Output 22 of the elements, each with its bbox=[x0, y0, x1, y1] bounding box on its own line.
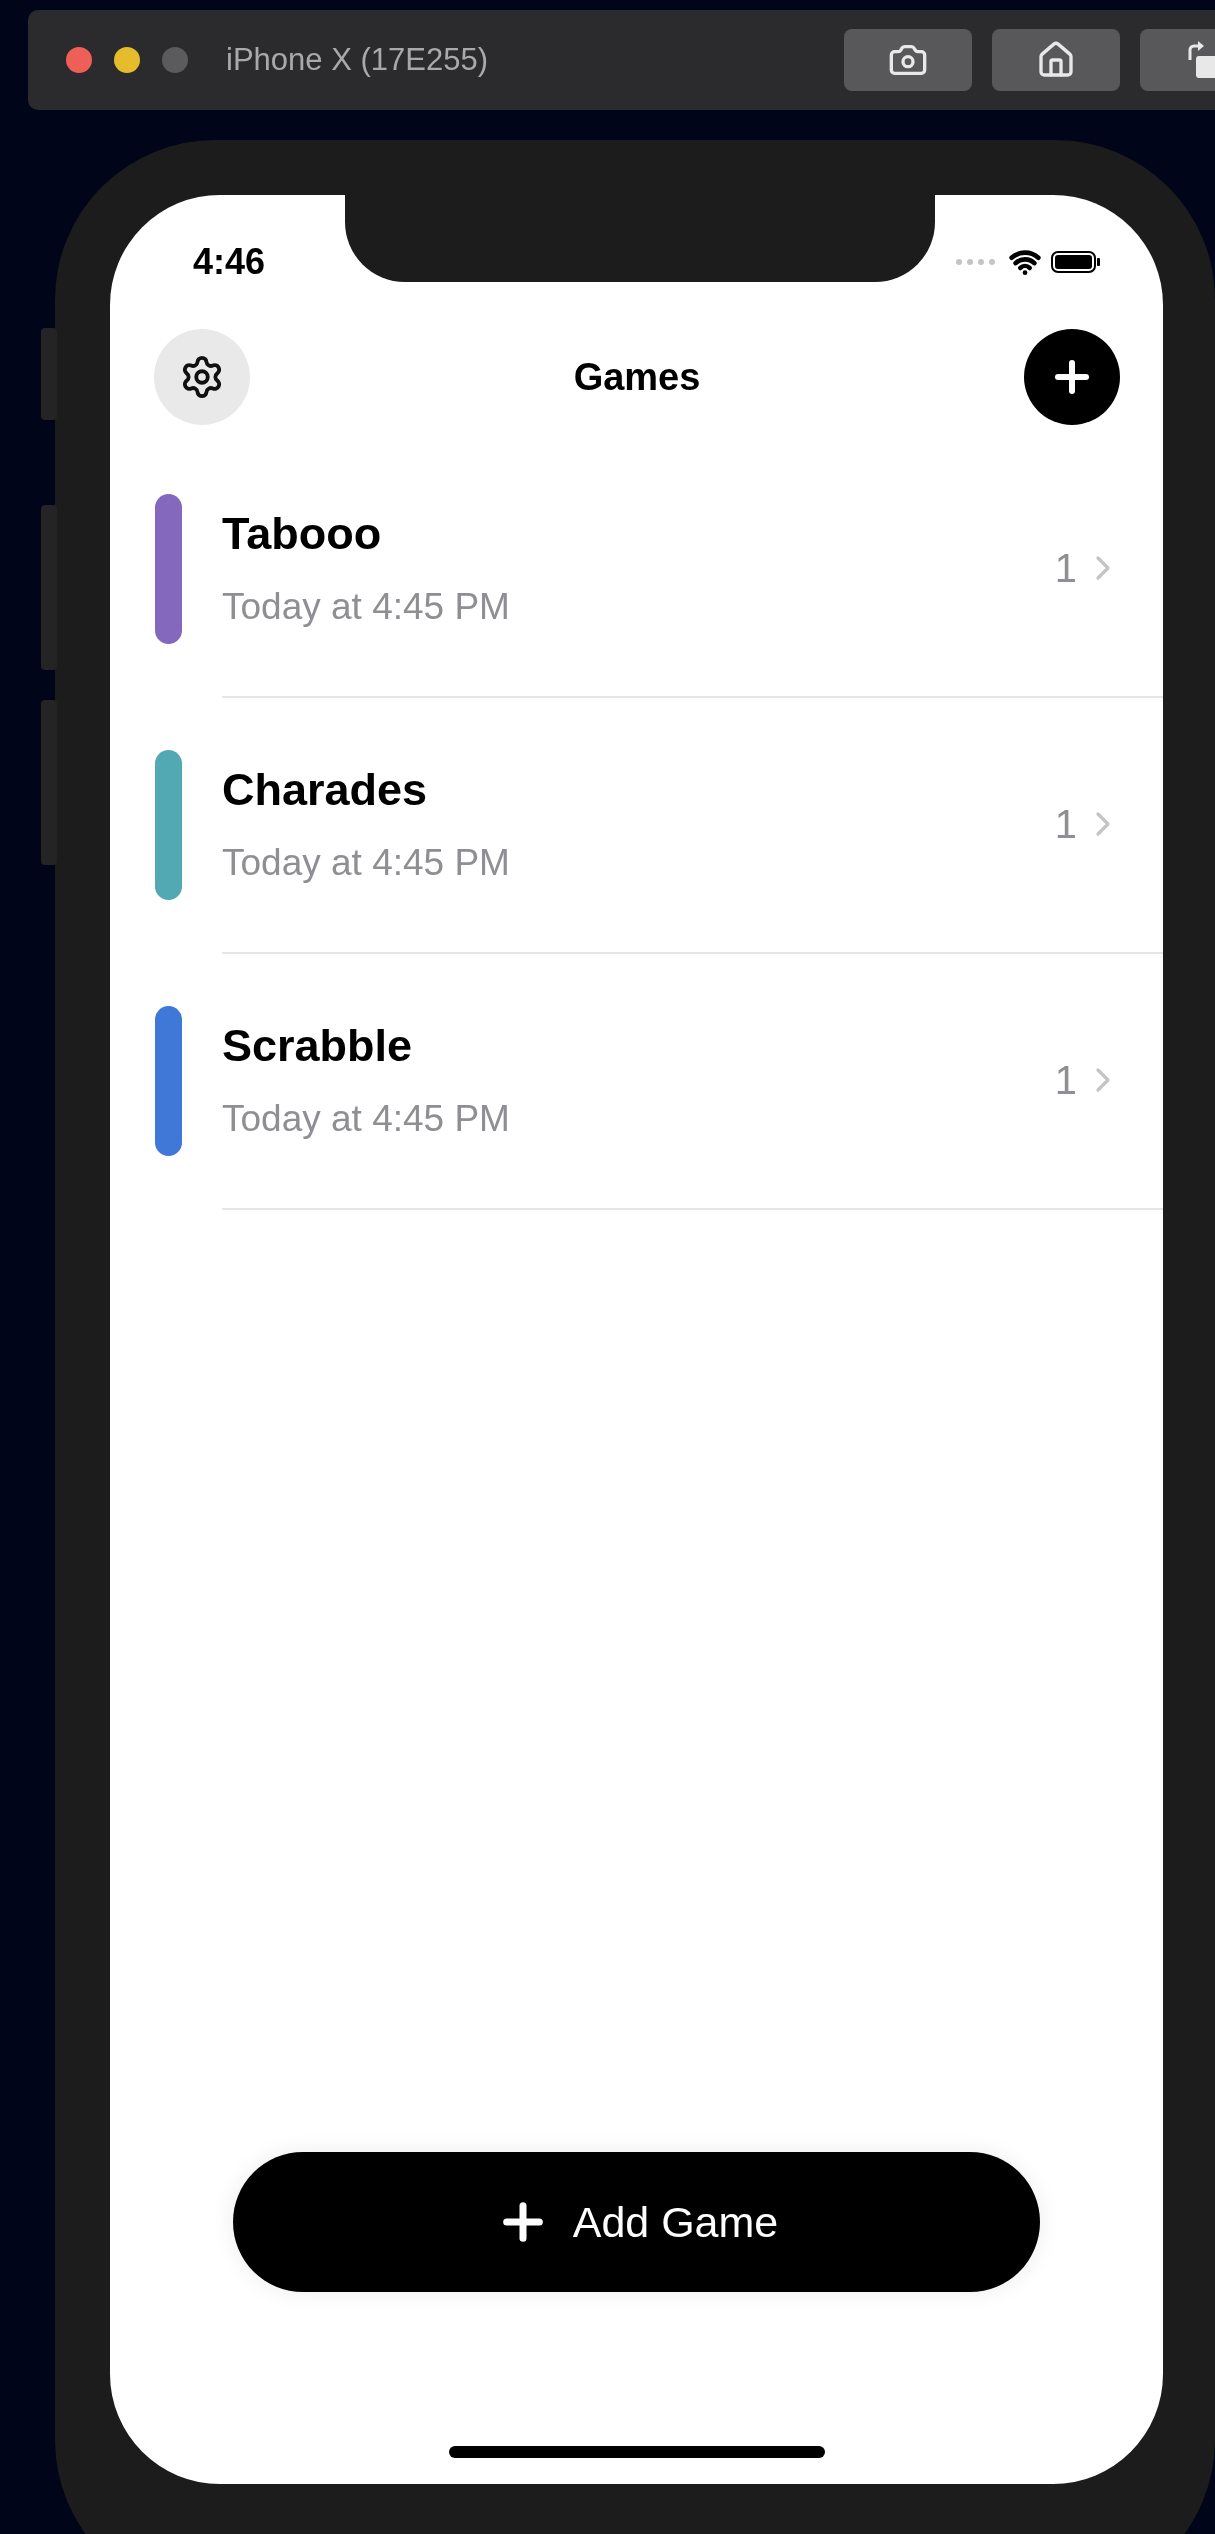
game-name: Charades bbox=[222, 764, 429, 816]
game-date: Today at 4:45 PM bbox=[222, 1098, 511, 1140]
home-button[interactable] bbox=[992, 29, 1120, 91]
game-name: Scrabble bbox=[222, 1020, 414, 1072]
minimize-icon[interactable] bbox=[114, 47, 140, 73]
game-row[interactable]: Scrabble Today at 4:45 PM 1 bbox=[110, 953, 1163, 1209]
battery-icon bbox=[1051, 251, 1101, 273]
nav-title: Games bbox=[573, 355, 701, 399]
game-row[interactable]: Charades Today at 4:45 PM 1 bbox=[110, 697, 1163, 953]
game-date: Today at 4:45 PM bbox=[222, 586, 511, 628]
game-name: Tabooo bbox=[222, 508, 383, 560]
house-icon bbox=[1036, 40, 1076, 80]
status-time: 4:46 bbox=[193, 241, 267, 283]
add-game-button[interactable]: Add Game bbox=[233, 2152, 1040, 2292]
game-count: 1 bbox=[1054, 1057, 1077, 1103]
game-row[interactable]: Tabooo Today at 4:45 PM 1 bbox=[110, 441, 1163, 697]
screenshot-button[interactable] bbox=[844, 29, 972, 91]
window-title: iPhone X (17E255) bbox=[226, 42, 489, 78]
game-count: 1 bbox=[1054, 801, 1077, 847]
game-date: Today at 4:45 PM bbox=[222, 842, 511, 884]
close-icon[interactable] bbox=[66, 47, 92, 73]
game-count: 1 bbox=[1054, 545, 1077, 591]
